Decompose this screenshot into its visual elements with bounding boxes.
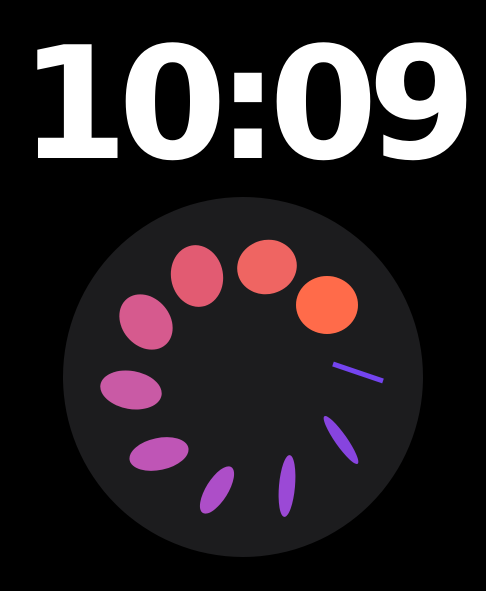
spinner-segment [332, 361, 384, 384]
watch-screen: 10:09 [0, 0, 486, 591]
spinner-segment [100, 370, 162, 410]
spinner-segment [170, 245, 224, 307]
spinner-graphic [100, 239, 384, 517]
spinner-segment [129, 437, 189, 471]
spinner-segment [237, 239, 297, 295]
spinner-segment [278, 455, 296, 517]
spinner-segment [199, 466, 235, 514]
spinner-segment [323, 415, 359, 465]
spinner-segment [296, 276, 358, 334]
activity-spinner [63, 197, 423, 557]
time-display: 10:09 [19, 13, 477, 195]
spinner-segment [119, 294, 173, 350]
